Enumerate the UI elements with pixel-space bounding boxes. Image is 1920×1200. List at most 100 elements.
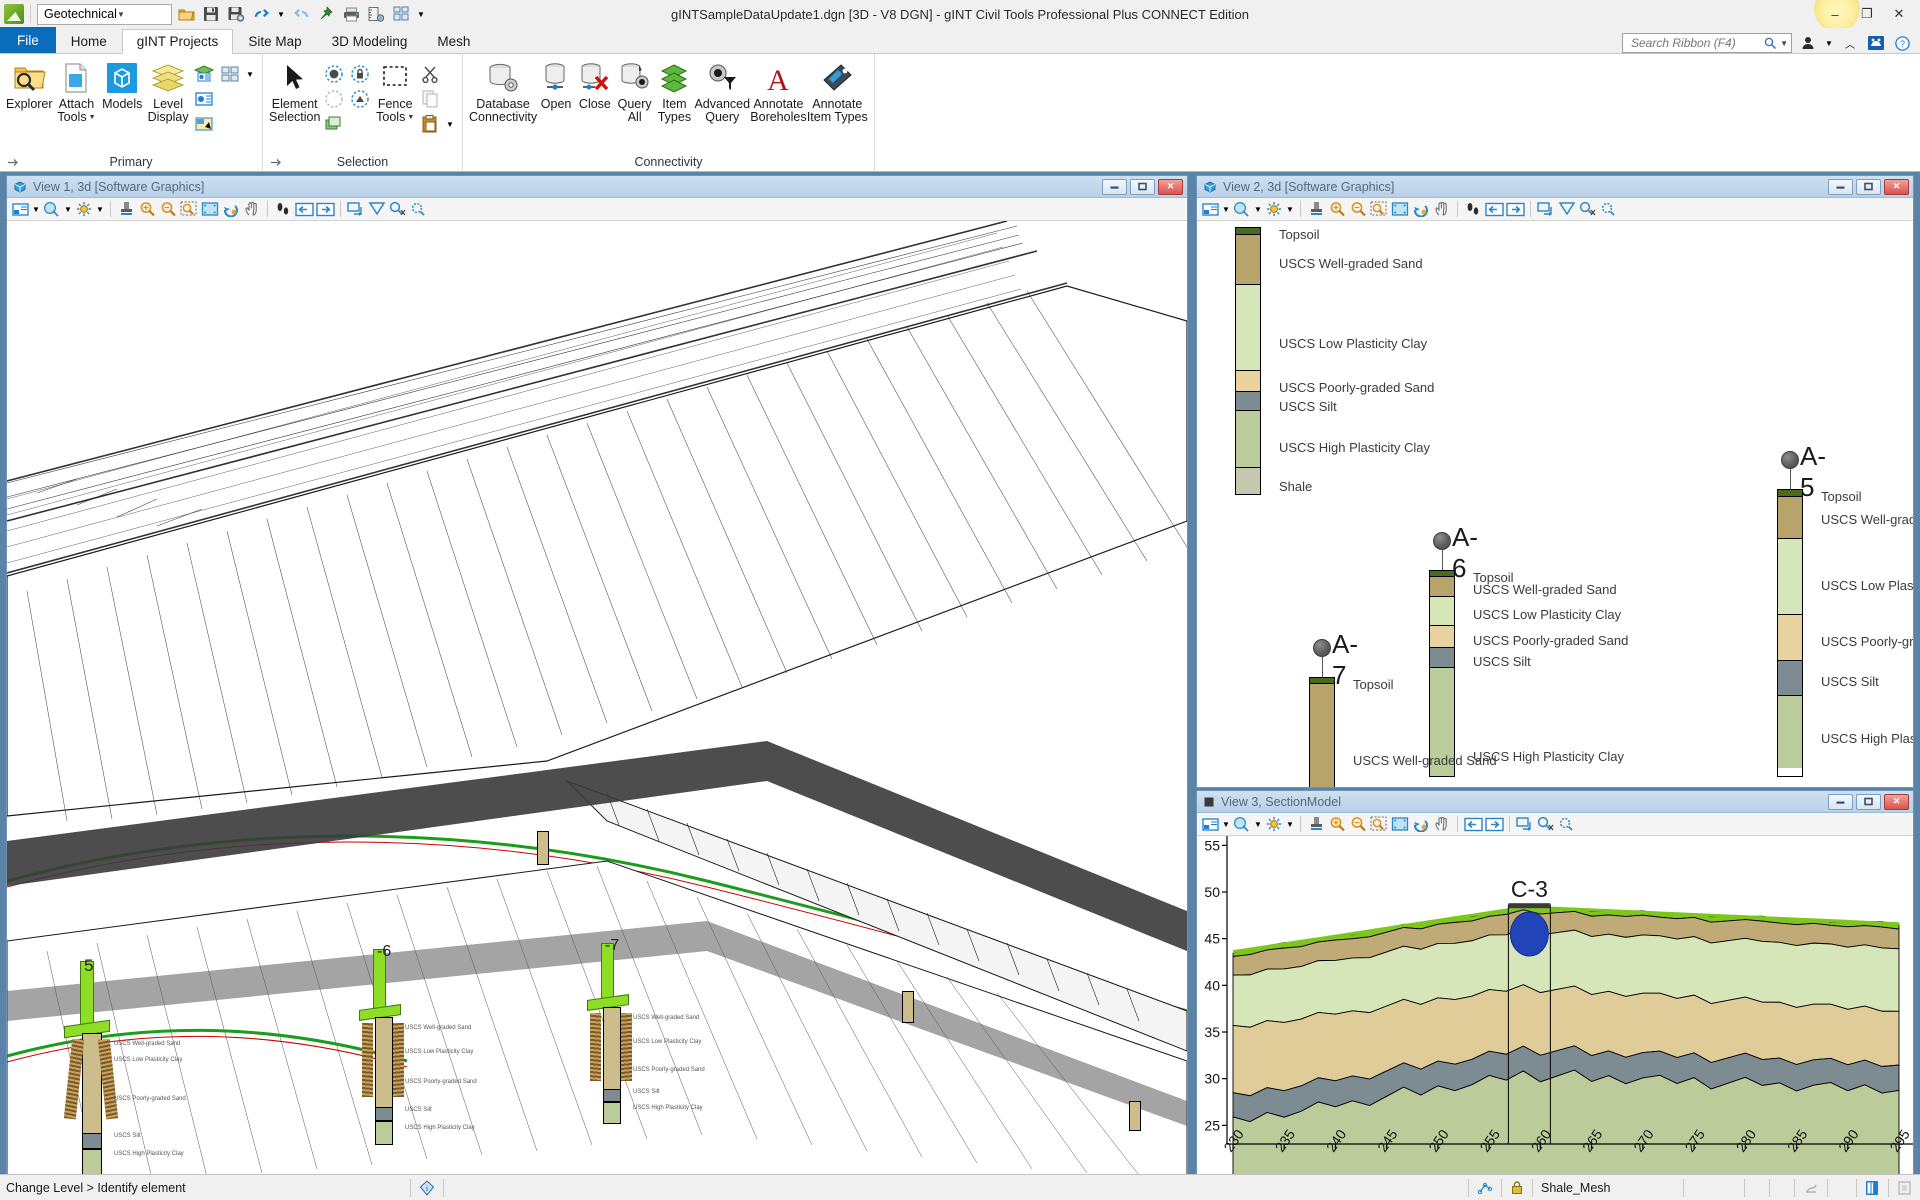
pin-icon[interactable] (315, 3, 337, 25)
clear-clip-icon[interactable] (409, 199, 429, 219)
borehole-marker[interactable] (1509, 911, 1549, 957)
undo-dropdown-icon[interactable]: ▼ (275, 3, 287, 25)
window-area-icon[interactable] (1369, 814, 1389, 834)
lighting-icon[interactable] (74, 199, 94, 219)
explorer-button[interactable]: Explorer (6, 58, 53, 111)
database-connectivity-button[interactable]: Database Connectivity (469, 58, 537, 124)
previous-view-icon[interactable] (294, 199, 314, 219)
window-close-button[interactable]: ✕ (1884, 4, 1914, 24)
open-button[interactable]: Open (537, 58, 575, 111)
rotate-view-icon[interactable] (1411, 814, 1431, 834)
display-style-icon[interactable] (42, 199, 62, 219)
update-view-icon[interactable] (116, 199, 136, 219)
search-dropdown-icon[interactable]: ▼ (1777, 39, 1788, 48)
status-drawing-button[interactable] (1889, 1175, 1920, 1200)
tab-3d-modeling[interactable]: 3D Modeling (317, 28, 423, 53)
tab-home[interactable]: Home (56, 28, 122, 53)
view-attributes-dropdown-icon[interactable]: ▼ (1221, 199, 1231, 219)
view1-borehole-mini-3[interactable] (1129, 1101, 1141, 1131)
view3-title-bar[interactable]: View 3, SectionModel ✕ (1197, 791, 1913, 813)
view-attributes-dropdown-icon[interactable]: ▼ (1221, 814, 1231, 834)
next-view-icon[interactable] (1484, 814, 1504, 834)
pan-view-icon[interactable] (242, 199, 262, 219)
zoom-out-icon[interactable] (1348, 199, 1368, 219)
view2-canvas[interactable]: Topsoil USCS Well-graded Sand USCS Low Pla… (1197, 221, 1913, 787)
display-style-icon[interactable] (1232, 814, 1252, 834)
clear-clip-icon[interactable] (1557, 814, 1577, 834)
view1-borehole-mini-2[interactable] (902, 991, 914, 1023)
walk-icon[interactable] (1463, 199, 1483, 219)
update-view-icon[interactable] (1306, 199, 1326, 219)
qat-more-icon[interactable]: ▼ (415, 3, 427, 25)
display-style-dropdown-icon[interactable]: ▼ (63, 199, 73, 219)
view-attributes-icon[interactable] (1200, 814, 1220, 834)
query-all-button[interactable]: Query All (615, 58, 655, 124)
select-all-icon[interactable] (322, 62, 346, 86)
view3-canvas[interactable]: C-3 55 50 45 40 35 30 25 230 235 240 245 250 255 260 26… (1197, 836, 1913, 1174)
open-file-icon[interactable] (175, 3, 197, 25)
copy-view-icon[interactable] (346, 199, 366, 219)
view1-canvas[interactable]: 5 USCS Well-graded Sand USCS Low Plastic… (7, 221, 1187, 1174)
fence-tools-button[interactable]: Fence Tools ▼ (374, 58, 416, 124)
view-window-2[interactable]: View 2, 3d [Software Graphics] ✕ ▼ ▼ ▼ T… (1196, 175, 1914, 788)
status-cell-1[interactable] (1684, 1175, 1744, 1200)
attributes-icon[interactable] (192, 112, 216, 136)
update-view-icon[interactable] (1306, 814, 1326, 834)
view1-minimize-button[interactable] (1102, 178, 1127, 195)
zoom-in-icon[interactable] (137, 199, 157, 219)
status-active-level[interactable]: Shale_Mesh (1533, 1175, 1683, 1200)
select-by-attribute-icon[interactable] (322, 112, 346, 136)
clip-mask-icon[interactable] (388, 199, 408, 219)
display-style-dropdown-icon[interactable]: ▼ (1253, 814, 1263, 834)
workspace-combo[interactable]: Geotechnical ▼ (37, 3, 172, 25)
clip-volume-icon[interactable] (367, 199, 387, 219)
status-model-button[interactable] (1857, 1175, 1888, 1200)
bentley-cloud-icon[interactable] (1866, 33, 1886, 53)
copy-icon[interactable] (418, 87, 442, 111)
user-dropdown-icon[interactable]: ▼ (1824, 33, 1834, 53)
window-minimize-button[interactable]: – (1820, 4, 1850, 24)
lighting-icon[interactable] (1264, 814, 1284, 834)
item-types-button[interactable]: Item Types (655, 58, 695, 124)
element-info-icon[interactable] (192, 87, 216, 111)
view2-restore-button[interactable] (1856, 178, 1881, 195)
next-view-icon[interactable] (315, 199, 335, 219)
zoom-in-icon[interactable] (1327, 199, 1347, 219)
view-attributes-icon[interactable] (10, 199, 30, 219)
help-icon[interactable]: ? (1892, 33, 1912, 53)
view1-toolbar[interactable]: ▼ ▼ ▼ (7, 198, 1187, 221)
level-manager-icon[interactable] (192, 62, 216, 86)
advanced-query-button[interactable]: Advanced Query (694, 58, 750, 124)
view3-close-button[interactable]: ✕ (1884, 793, 1909, 810)
tab-mesh[interactable]: Mesh (422, 28, 485, 53)
fit-view-icon[interactable] (200, 199, 220, 219)
view3-minimize-button[interactable] (1828, 793, 1853, 810)
attach-tools-button[interactable]: Attach Tools ▼ (55, 58, 99, 124)
clear-clip-icon[interactable] (1599, 199, 1619, 219)
clip-volume-icon[interactable] (1557, 199, 1577, 219)
status-cell-3[interactable] (1770, 1175, 1794, 1200)
collapse-ribbon-icon[interactable]: ︿ (1840, 33, 1860, 53)
close-button[interactable]: Close (575, 58, 615, 111)
annotate-item-types-button[interactable]: Annotate Item Types (807, 58, 868, 124)
element-selection-button[interactable]: Element Selection (269, 58, 320, 124)
view3-restore-button[interactable] (1856, 793, 1881, 810)
previous-view-icon[interactable] (1484, 199, 1504, 219)
rotate-view-icon[interactable] (221, 199, 241, 219)
display-style-icon[interactable] (1232, 199, 1252, 219)
paste-icon[interactable] (418, 112, 442, 136)
next-view-icon[interactable] (1505, 199, 1525, 219)
print-icon[interactable] (340, 3, 362, 25)
zoom-out-icon[interactable] (158, 199, 178, 219)
models-button[interactable]: Models (100, 58, 144, 111)
zoom-out-icon[interactable] (1348, 814, 1368, 834)
view2-title-bar[interactable]: View 2, 3d [Software Graphics] ✕ (1197, 176, 1913, 198)
search-ribbon-box[interactable]: ▼ (1622, 33, 1792, 53)
window-area-icon[interactable] (1369, 199, 1389, 219)
fit-view-icon[interactable] (1390, 199, 1410, 219)
status-cell-2[interactable] (1745, 1175, 1769, 1200)
lighting-dropdown-icon[interactable]: ▼ (1285, 199, 1295, 219)
select-lock-icon[interactable] (348, 62, 372, 86)
view-window-3[interactable]: View 3, SectionModel ✕ ▼ ▼ ▼ C-3 55 50 4… (1196, 790, 1914, 1174)
tab-site-map[interactable]: Site Map (233, 28, 316, 53)
